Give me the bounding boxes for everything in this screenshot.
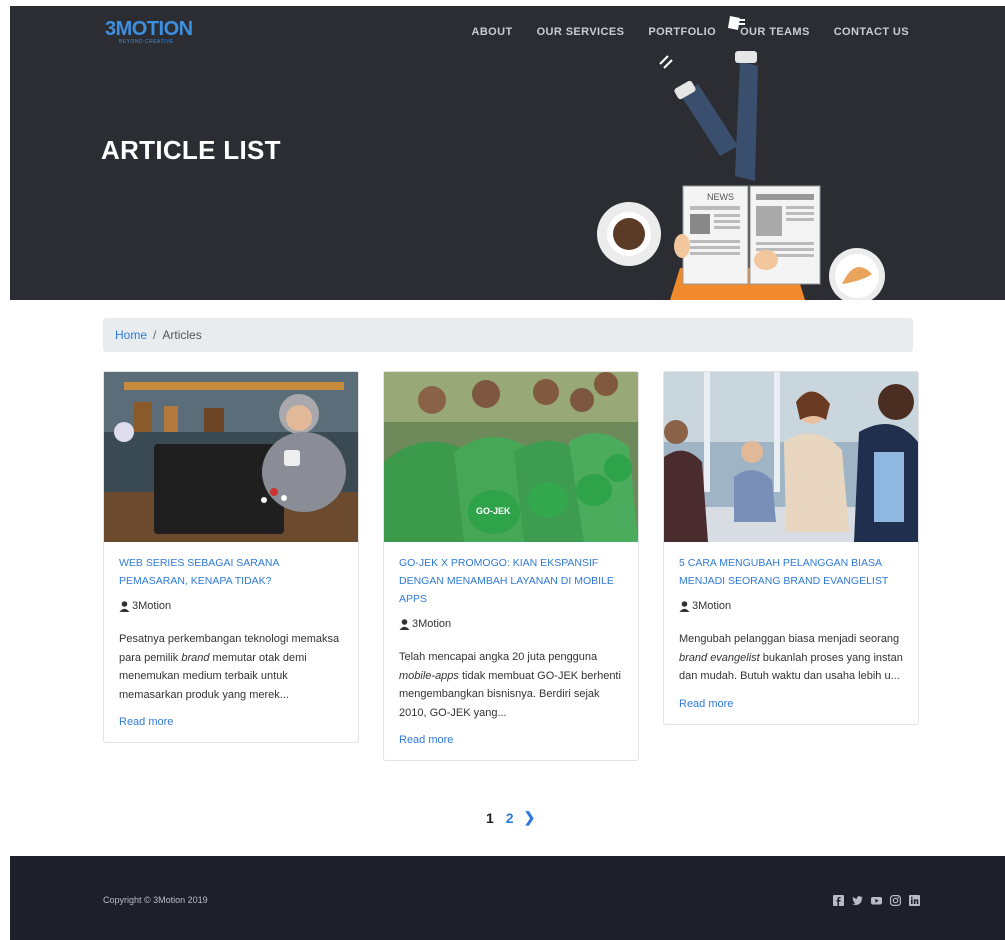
article-excerpt: Mengubah pelanggan biasa menjadi seorang… [679, 630, 903, 686]
article-thumbnail-web-series[interactable] [104, 372, 358, 542]
read-more-link[interactable]: Read more [679, 698, 903, 710]
article-thumbnail-brand-evangelist[interactable] [664, 372, 918, 542]
hero-banner: 3MOTION BEYOND CREATIVE ABOUT OUR SERVIC… [10, 6, 1005, 300]
article-title[interactable]: GO-JEK X PROMOGO: KIAN EKSPANSIF DENGAN … [399, 554, 623, 608]
next-page-icon[interactable]: ❯ [524, 809, 536, 826]
facebook-icon[interactable] [833, 893, 844, 906]
user-icon [119, 600, 130, 612]
article-excerpt: Telah mencapai angka 20 juta pengguna mo… [399, 648, 623, 722]
breadcrumb-home-link[interactable]: Home [115, 328, 147, 342]
brand-logo[interactable]: 3MOTION BEYOND CREATIVE [105, 19, 193, 45]
author-name: 3Motion [412, 618, 452, 630]
author-name: 3Motion [132, 600, 172, 612]
helmet-logo-text: GO-JEK [476, 506, 511, 516]
social-links [833, 893, 920, 907]
instagram-icon[interactable] [890, 893, 902, 907]
breadcrumb-current: Articles [162, 328, 202, 342]
article-card: 5 CARA MENGUBAH PELANGGAN BIASA MENJADI … [663, 371, 919, 725]
page-frame: 3MOTION BEYOND CREATIVE ABOUT OUR SERVIC… [10, 6, 1005, 940]
read-more-link[interactable]: Read more [399, 734, 623, 746]
author-name: 3Motion [692, 600, 732, 612]
page-link-2[interactable]: 2 [506, 810, 514, 826]
excerpt-text: Telah mencapai angka 20 juta pengguna [399, 651, 598, 663]
article-author: 3Motion [119, 600, 343, 612]
user-icon [679, 600, 690, 612]
site-footer: Copyright © 3Motion 2019 [10, 856, 1005, 940]
twitter-icon[interactable] [852, 893, 863, 906]
nav-about[interactable]: ABOUT [471, 26, 512, 38]
newspaper-headline: NEWS [707, 192, 734, 202]
linkedin-icon[interactable] [909, 893, 920, 906]
copyright-text: Copyright © 3Motion 2019 [103, 895, 208, 905]
article-title[interactable]: 5 CARA MENGUBAH PELANGGAN BIASA MENJADI … [679, 554, 903, 590]
excerpt-text: Mengubah pelanggan biasa menjadi seorang [679, 633, 900, 645]
read-more-link[interactable]: Read more [119, 716, 343, 728]
page-title: ARTICLE LIST [101, 135, 281, 165]
breadcrumb-separator: / [153, 328, 157, 342]
excerpt-emphasis: brand evangelist [679, 651, 760, 664]
article-excerpt: Pesatnya perkembangan teknologi memaksa … [119, 630, 343, 704]
youtube-icon[interactable] [871, 893, 882, 905]
page-current: 1 [486, 809, 494, 826]
article-author: 3Motion [399, 618, 623, 630]
article-card: GO-JEK GO-JEK X PROMOGO: KIAN EKSPANSIF … [383, 371, 639, 761]
logo-text: 3MOTION [105, 18, 193, 40]
article-card: WEB SERIES SEBAGAI SARANA PEMASARAN, KEN… [103, 371, 359, 743]
excerpt-emphasis: brand [181, 651, 210, 664]
article-thumbnail-gojek[interactable]: GO-JEK [384, 372, 638, 542]
breadcrumb: Home / Articles [103, 318, 913, 352]
article-title[interactable]: WEB SERIES SEBAGAI SARANA PEMASARAN, KEN… [119, 554, 343, 590]
pagination: 1 2 ❯ [486, 809, 535, 826]
excerpt-emphasis: mobile-apps [399, 669, 459, 682]
newspaper-reading-illustration: NEWS [597, 16, 885, 300]
article-author: 3Motion [679, 600, 903, 612]
user-icon [399, 618, 410, 630]
